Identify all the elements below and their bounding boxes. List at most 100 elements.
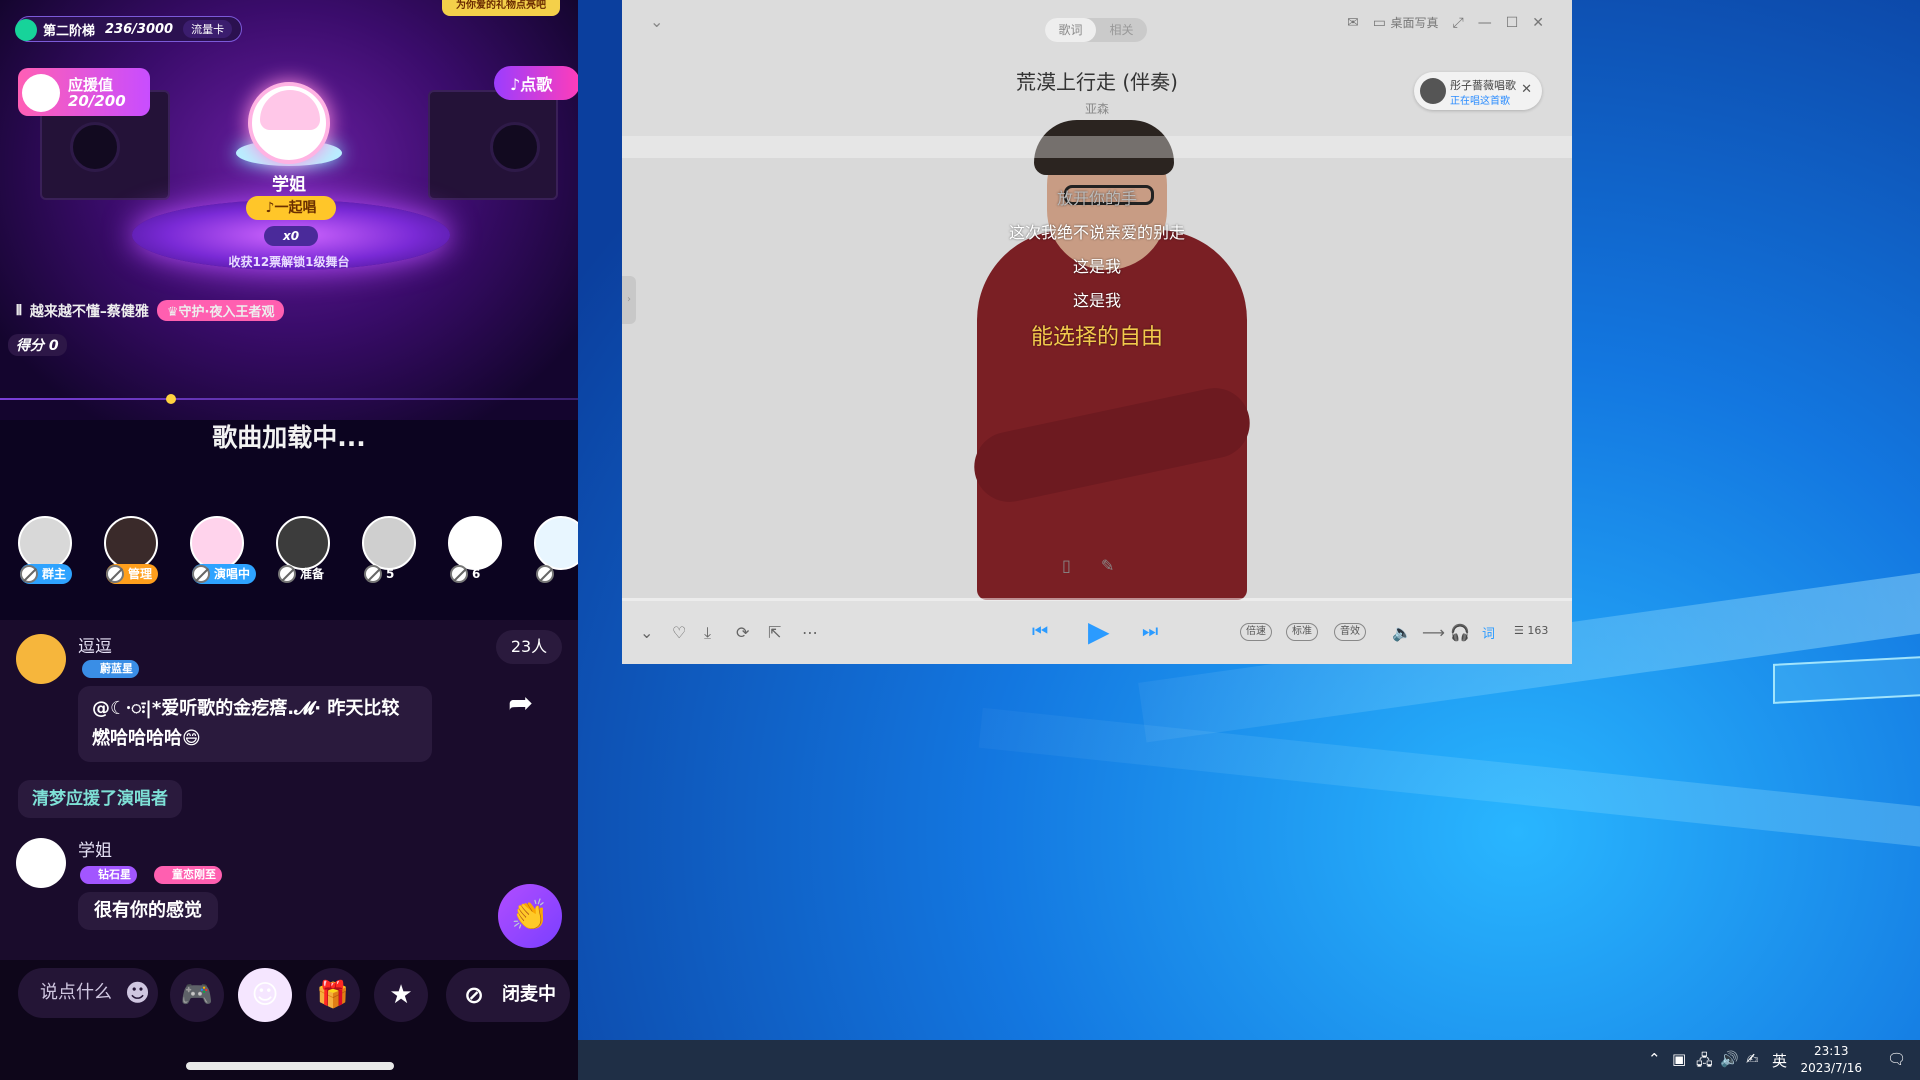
avatar-gift-button[interactable]: ☺ [238,968,292,1022]
gift-banner[interactable]: 为你爱的礼物点亮吧 [442,0,560,16]
mic-muted-icon [278,565,296,583]
mic-muted-icon [364,565,382,583]
close-icon[interactable]: ✕ [1532,15,1544,31]
desktop-photo-button[interactable]: ▭ 桌面写真 [1373,14,1439,31]
now-singing-card[interactable]: 彤子薔薇唱歌 正在唱这首歌 ✕ [1414,72,1542,110]
chevron-up-icon[interactable]: ⌃ [1648,1050,1661,1068]
lyric-edit-icon[interactable]: ✎ [1101,556,1114,575]
chat-input[interactable]: 说点什么 ☻ [18,968,158,1018]
loop-mode-icon[interactable]: ⟶ [1422,623,1445,642]
chat-user-badge: 童恋刚至 [154,866,222,884]
playlist-button[interactable]: ☰ 163 [1514,624,1548,637]
stage-level-tag: 流量卡 [183,20,233,38]
mic-off-label: 闭麦中 [502,984,556,1005]
chat-message-line: 燃哈哈哈哈😄 [92,728,201,749]
online-count[interactable]: 23人 [496,630,562,664]
chat-username[interactable]: 学姐 [78,836,112,861]
tab-related[interactable]: 相关 [1096,18,1147,42]
clap-button[interactable]: 👏 [498,884,562,948]
chat-message-line: @☾·ः|*爱听歌的金疙瘩.𝓜· 昨天比较 [92,698,400,719]
singer-name: 学姐 [272,175,306,195]
fullscreen-icon[interactable]: ⤢ [1453,15,1464,31]
lyric-line-current[interactable]: 能选择的自由 [622,318,1572,358]
playlist-icon: ☰ [1514,624,1524,637]
monitor-icon: ▭ [1372,15,1387,31]
lyric-tabs: 歌词 相关 [1045,18,1147,42]
sing-together-button[interactable]: ♪一起唱 [246,196,336,220]
playlist-count: 163 [1527,624,1549,637]
home-indicator[interactable] [186,1062,394,1070]
windows-logo [1773,656,1920,750]
play-icon[interactable]: ▶ [1088,615,1110,648]
stage-level-label: 第二阶梯 [43,23,96,39]
clock[interactable]: 23:13 2023/7/16 [1800,1043,1862,1077]
download-icon[interactable]: ⤓ [704,623,711,643]
ime-indicator[interactable]: 英 [1772,1050,1787,1071]
headphones-icon[interactable]: 🎧 [1450,623,1470,642]
minimize-icon[interactable]: — [1478,15,1492,31]
cheer-value-card[interactable]: 应援值 20/200 [18,68,150,116]
mic-seat-avatar [18,516,72,570]
chevron-down-icon[interactable]: ⌄ [640,623,653,642]
volume-icon[interactable]: 🔊 [1720,1050,1739,1068]
emoji-icon[interactable]: ☻ [125,968,150,1018]
now-singing-status: 正在唱这首歌 [1450,96,1510,107]
collapse-icon[interactable]: ⌄ [650,12,663,31]
mic-seat-row: 群主 管理 演唱中 准备 5 6 [14,516,578,616]
mic-off-icon: ⊘ [464,981,485,1009]
clock-time: 23:13 [1813,1044,1849,1058]
now-singing-name: 彤子薔薇唱歌 [1450,79,1516,92]
chat-area: 逗逗 蔚蓝星 @☾·ः|*爱听歌的金疙瘩.𝓜· 昨天比较 燃哈哈哈哈😄 清梦应援… [0,620,578,960]
stage-level-badge[interactable]: 第二阶梯 236/3000 流量卡 [15,16,242,42]
chat-username[interactable]: 逗逗 [78,632,112,657]
request-song-button[interactable]: ♪点歌 [494,66,578,100]
equalizer-icon: ⫴ [16,302,22,319]
lyric-tools: ▯ ✎ [1062,556,1114,575]
lyric-card-icon[interactable]: ▯ [1062,556,1071,575]
lyric-line[interactable]: 放开你的手 [622,182,1572,216]
pen-icon[interactable]: ✍ [1746,1050,1759,1068]
gift-box-button[interactable]: 🎁 [306,968,360,1022]
notification-icon[interactable]: 🗨 [1887,1050,1906,1068]
mic-seat-avatar [104,516,158,570]
chat-avatar-xuejie[interactable] [16,838,66,888]
mic-off-button[interactable]: ⊘ 闭麦中 [446,968,570,1022]
chat-avatar-doudou[interactable] [16,634,66,684]
display-icon[interactable]: ▣ [1672,1050,1686,1068]
repeat-icon[interactable]: ⟳ [736,623,749,642]
system-message: 清梦应援了演唱者 [18,780,182,818]
window-controls: ✉ ▭ 桌面写真 ⤢ — ☐ ✕ [1347,14,1544,32]
close-icon[interactable]: ✕ [1521,82,1532,97]
lyric-line[interactable]: 这次我绝不说亲爱的别走 [622,216,1572,250]
guard-tag[interactable]: ♛守护·夜入王者观 [156,300,285,321]
playback-controls: ⌄ ♡ ⤓ ⟳ ⇱ ⋯ ⏮ ▶ ⏭ 倍速 标准 音效 🔈 ⟶ 🎧 词 ☰ 163 [622,601,1572,664]
mic-seat-avatar [190,516,244,570]
lyric-toggle[interactable]: 词 [1482,623,1495,642]
more-icon[interactable]: ⋯ [802,623,818,642]
game-button[interactable]: 🎮 [170,968,224,1022]
share-icon[interactable]: ➦ [508,686,533,721]
heart-icon[interactable]: ♡ [672,623,686,642]
lyric-line[interactable]: 这是我 [622,284,1572,318]
mail-icon[interactable]: ✉ [1347,15,1359,31]
chat-message: @☾·ः|*爱听歌的金疙瘩.𝓜· 昨天比较 燃哈哈哈哈😄 [78,686,432,762]
tab-lyrics[interactable]: 歌词 [1045,18,1096,42]
quality-button[interactable]: 标准 [1286,623,1318,641]
next-icon[interactable]: ⏭ [1142,621,1158,642]
current-song-row: ⫴ 越来越不懂–蔡健雅 ♛守护·夜入王者观 [16,300,285,321]
pitch-marker [166,394,176,404]
share-icon[interactable]: ⇱ [768,623,781,642]
more-button[interactable]: ★ [374,968,428,1022]
pitch-line [0,398,578,400]
effect-button[interactable]: 音效 [1334,623,1366,641]
volume-icon[interactable]: 🔈 [1392,623,1412,642]
network-icon[interactable]: 🖧 [1696,1050,1713,1075]
speed-button[interactable]: 倍速 [1240,623,1272,641]
mic-muted-icon [536,565,554,583]
maximize-icon[interactable]: ☐ [1506,15,1519,31]
previous-icon[interactable]: ⏮ [1032,621,1048,642]
singer-avatar[interactable] [248,82,330,164]
ticket-count: x0 [264,226,318,246]
lyric-line[interactable]: 这是我 [622,250,1572,284]
mic-seat-avatar [276,516,330,570]
